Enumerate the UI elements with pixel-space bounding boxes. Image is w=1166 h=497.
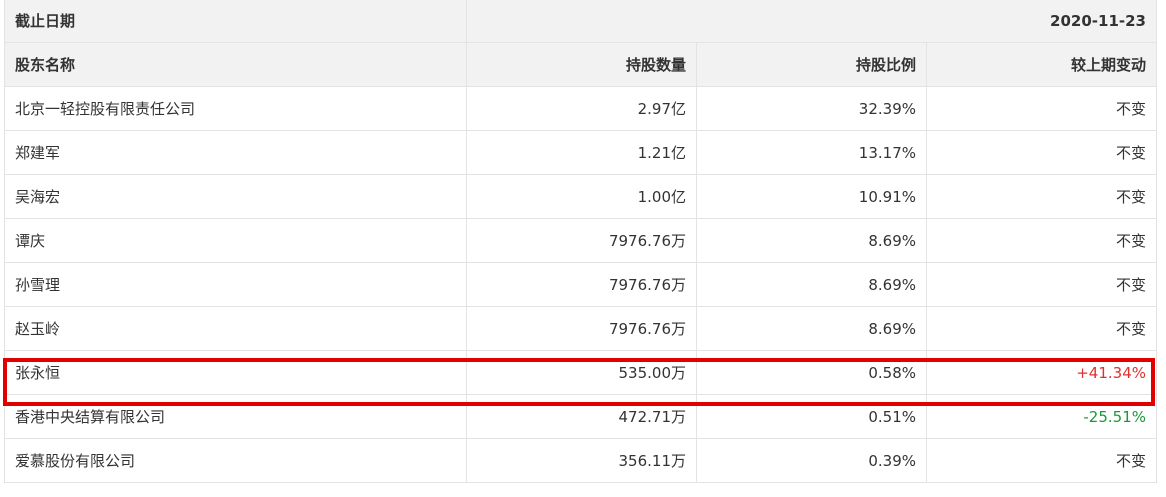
table-row: 香港中央结算有限公司 472.71万 0.51% -25.51%: [4, 394, 1157, 439]
table-row: 张永恒 535.00万 0.58% +41.34%: [4, 350, 1157, 395]
holder-name: 爱慕股份有限公司: [4, 438, 467, 483]
holder-shares: 2.97亿: [466, 86, 697, 131]
shareholder-panel: 截止日期 2020-11-23 股东名称 持股数量 持股比例 较上期变动 北京一…: [0, 0, 1166, 497]
holder-shares: 535.00万: [466, 350, 697, 395]
holder-name: 吴海宏: [4, 174, 467, 219]
holder-shares: 1.21亿: [466, 130, 697, 175]
table-row: 北京一轻控股有限责任公司 2.97亿 32.39% 不变: [4, 86, 1157, 131]
holder-ratio: 8.69%: [696, 306, 927, 351]
header-change: 较上期变动: [926, 42, 1157, 87]
holder-ratio: 8.69%: [696, 262, 927, 307]
holder-name: 赵玉岭: [4, 306, 467, 351]
holder-change: 不变: [926, 438, 1157, 483]
table-row: 孙雪理 7976.76万 8.69% 不变: [4, 262, 1157, 307]
holder-name: 张永恒: [4, 350, 467, 395]
holder-change: +41.34%: [926, 350, 1157, 395]
holder-change: 不变: [926, 262, 1157, 307]
shareholder-table: 截止日期 2020-11-23 股东名称 持股数量 持股比例 较上期变动 北京一…: [4, 0, 1157, 483]
header-ratio: 持股比例: [696, 42, 927, 87]
holder-name: 香港中央结算有限公司: [4, 394, 467, 439]
header-shares: 持股数量: [466, 42, 697, 87]
holder-change: 不变: [926, 174, 1157, 219]
table-row: 吴海宏 1.00亿 10.91% 不变: [4, 174, 1157, 219]
header-name: 股东名称: [4, 42, 467, 87]
holder-change: 不变: [926, 218, 1157, 263]
date-row: 截止日期 2020-11-23: [4, 0, 1157, 43]
holder-ratio: 8.69%: [696, 218, 927, 263]
holder-shares: 472.71万: [466, 394, 697, 439]
holder-change: 不变: [926, 306, 1157, 351]
holder-change: 不变: [926, 130, 1157, 175]
holder-ratio: 0.58%: [696, 350, 927, 395]
holder-shares: 7976.76万: [466, 218, 697, 263]
table-row: 爱慕股份有限公司 356.11万 0.39% 不变: [4, 438, 1157, 483]
holder-ratio: 0.39%: [696, 438, 927, 483]
holder-name: 谭庆: [4, 218, 467, 263]
column-header-row: 股东名称 持股数量 持股比例 较上期变动: [4, 42, 1157, 87]
date-value: 2020-11-23: [466, 0, 1157, 43]
table-row: 谭庆 7976.76万 8.69% 不变: [4, 218, 1157, 263]
holder-shares: 7976.76万: [466, 306, 697, 351]
holder-shares: 1.00亿: [466, 174, 697, 219]
holder-name: 郑建军: [4, 130, 467, 175]
holder-shares: 356.11万: [466, 438, 697, 483]
holder-change: -25.51%: [926, 394, 1157, 439]
holder-change: 不变: [926, 86, 1157, 131]
date-label: 截止日期: [4, 0, 467, 43]
holder-ratio: 10.91%: [696, 174, 927, 219]
table-row: 赵玉岭 7976.76万 8.69% 不变: [4, 306, 1157, 351]
holder-name: 孙雪理: [4, 262, 467, 307]
holder-ratio: 0.51%: [696, 394, 927, 439]
holder-shares: 7976.76万: [466, 262, 697, 307]
shareholder-table-body: 截止日期 2020-11-23 股东名称 持股数量 持股比例 较上期变动 北京一…: [4, 0, 1157, 483]
holder-name: 北京一轻控股有限责任公司: [4, 86, 467, 131]
holder-ratio: 32.39%: [696, 86, 927, 131]
holder-ratio: 13.17%: [696, 130, 927, 175]
table-row: 郑建军 1.21亿 13.17% 不变: [4, 130, 1157, 175]
